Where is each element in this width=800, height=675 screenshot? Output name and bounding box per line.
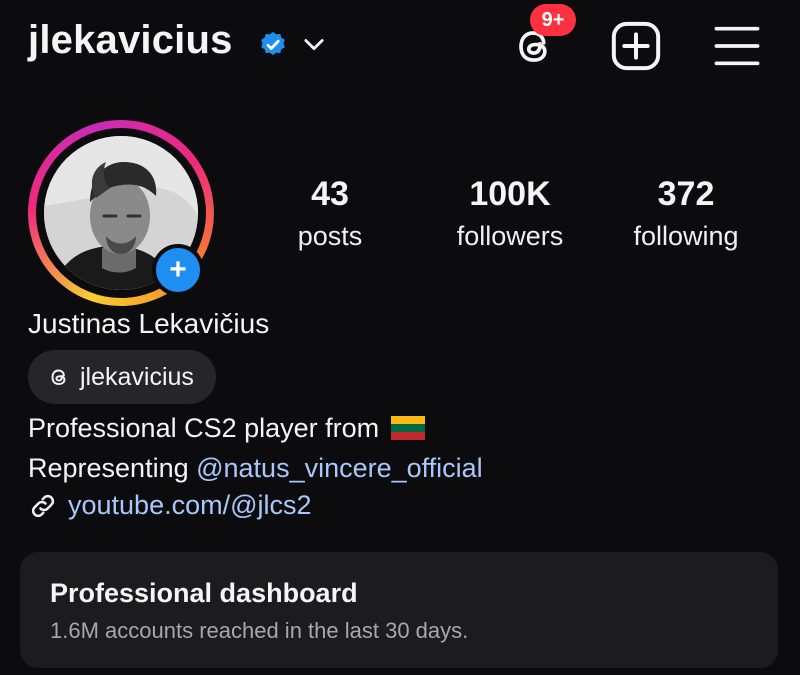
chevron-down-icon[interactable]: [300, 30, 328, 58]
lithuania-flag-icon: [390, 416, 425, 440]
stat-following-label: following: [633, 221, 739, 251]
mention-link[interactable]: @natus_vincere_official: [196, 453, 483, 483]
stat-posts[interactable]: 43 posts: [280, 172, 380, 256]
threads-icon: [51, 369, 66, 386]
add-story-button[interactable]: +: [152, 244, 204, 296]
threads-profile-link[interactable]: jlekavicius: [28, 350, 216, 404]
add-square-icon[interactable]: [608, 18, 664, 74]
stat-followers-value: 100K: [469, 175, 551, 213]
stat-following[interactable]: 372 following: [618, 172, 754, 256]
dashboard-subtitle: 1.6M accounts reached in the last 30 day…: [50, 618, 469, 643]
profile-username[interactable]: jlekavicius: [28, 18, 233, 63]
profile-full-name: Justinas Lekavičius: [28, 308, 270, 339]
stat-posts-label: posts: [297, 221, 363, 251]
notification-badge: 9+: [530, 4, 576, 36]
stat-posts-value: 43: [311, 175, 349, 213]
profile-link-text[interactable]: youtube.com/@jlcs2: [68, 490, 312, 521]
verified-badge-icon: [261, 31, 285, 56]
professional-dashboard-card[interactable]: [20, 552, 778, 668]
stat-following-value: 372: [657, 175, 715, 213]
bio-line-1: Professional CS2 player from: [28, 410, 425, 446]
threads-handle: jlekavicius: [80, 362, 194, 391]
bio-line-2: Representing @natus_vincere_official: [28, 453, 483, 483]
profile-link[interactable]: youtube.com/@jlcs2: [28, 490, 312, 521]
hamburger-menu-icon[interactable]: [710, 20, 764, 72]
stat-followers[interactable]: 100K followers: [440, 172, 580, 256]
link-icon: [31, 494, 55, 517]
stat-followers-label: followers: [456, 221, 564, 251]
dashboard-title: Professional dashboard: [50, 578, 358, 608]
